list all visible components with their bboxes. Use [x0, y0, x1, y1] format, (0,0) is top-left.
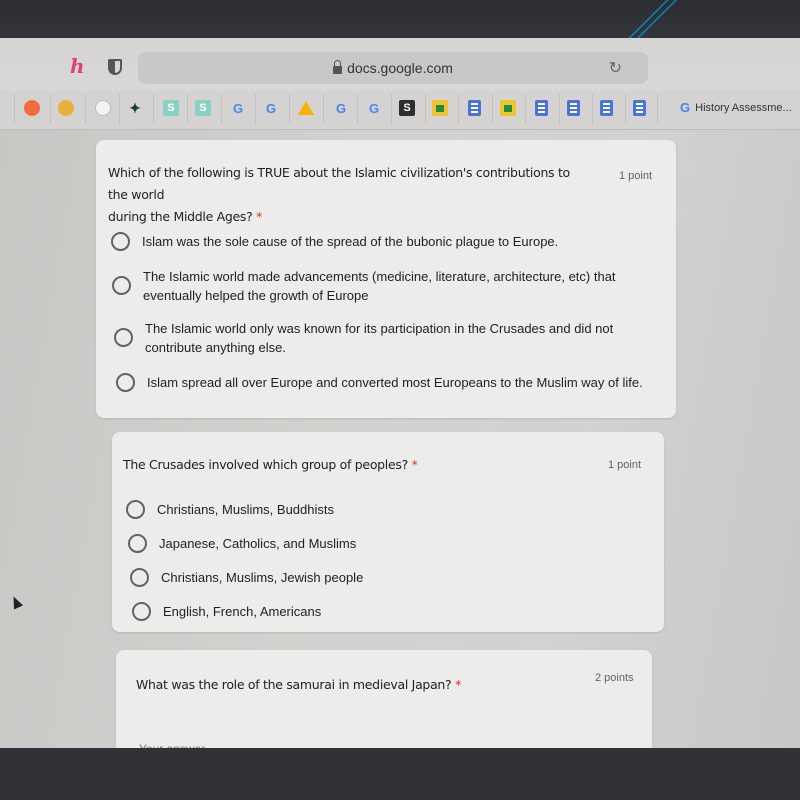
option-label-line: The Islamic world only was known for its…: [145, 321, 614, 336]
bookmark-separator: [255, 94, 256, 124]
monitor-bezel-top: [0, 0, 800, 44]
option-label-line: The Islamic world made advancements (med…: [143, 269, 616, 284]
option-label: Islam was the sole cause of the spread o…: [142, 234, 559, 249]
google-classroom-icon[interactable]: [432, 100, 448, 116]
points-label: 2 points: [595, 672, 634, 684]
google-icon[interactable]: G: [230, 100, 246, 116]
bookmark-history-assessment[interactable]: G History Assessme...: [680, 100, 792, 115]
bookmark-separator: [221, 94, 222, 124]
option-item[interactable]: Japanese, Catholics, and Muslims: [128, 534, 356, 553]
option-item[interactable]: The Islamic world made advancements (med…: [112, 267, 616, 305]
browser-toolbar: h docs.google.com ↻: [0, 38, 800, 90]
option-label: Christians, Muslims, Buddhists: [157, 502, 334, 517]
bookmark-label: History Assessme...: [695, 101, 792, 114]
points-label: 1 point: [619, 170, 653, 182]
question-title: What was the role of the samurai in medi…: [136, 674, 556, 696]
bookmark-separator: [323, 94, 324, 124]
s-dark-icon[interactable]: S: [399, 100, 415, 116]
question-title: Which of the following is TRUE about the…: [108, 162, 588, 228]
google-docs-icon[interactable]: [567, 100, 580, 116]
bookmark-separator: [458, 94, 459, 124]
mouse-cursor-icon: [8, 594, 24, 610]
option-label: Japanese, Catholics, and Muslims: [159, 536, 357, 551]
s-teal-icon[interactable]: S: [163, 100, 179, 116]
option-label-line: eventually helped the growth of Europe: [143, 288, 369, 303]
cartoon-bot-icon[interactable]: [95, 100, 111, 116]
option-label: Islam spread all over Europe and convert…: [147, 375, 643, 390]
bookmark-separator: [492, 94, 493, 124]
option-item[interactable]: Christians, Muslims, Jewish people: [130, 568, 363, 587]
reload-icon[interactable]: ↻: [609, 58, 622, 78]
radio-button[interactable]: [128, 534, 147, 553]
bookmark-separator: [391, 94, 392, 124]
lock-icon: [333, 60, 343, 74]
google-classroom-icon[interactable]: [500, 100, 516, 116]
required-marker: *: [256, 209, 263, 224]
bookmark-separator: [657, 94, 658, 124]
bookmark-separator: [14, 94, 15, 124]
bookmark-separator: [425, 94, 426, 124]
radio-button[interactable]: [111, 232, 130, 251]
question-card: Which of the following is TRUE about the…: [96, 140, 676, 418]
google-docs-icon[interactable]: [535, 100, 548, 116]
google-icon[interactable]: G: [333, 100, 349, 116]
google-drive-icon[interactable]: [298, 101, 314, 115]
question-title-line: What was the role of the samurai in medi…: [136, 677, 452, 692]
bookmark-separator: [625, 94, 626, 124]
required-marker: *: [455, 677, 462, 692]
bookmarks-bar: ✦ S S G G G G S G History Assessme...: [0, 90, 800, 130]
emoji-face-icon[interactable]: [58, 100, 74, 116]
google-docs-icon[interactable]: [600, 100, 613, 116]
form-page: Which of the following is TRUE about the…: [0, 130, 800, 770]
google-icon: G: [680, 100, 691, 115]
option-label-line: contribute anything else.: [145, 340, 286, 355]
option-item[interactable]: Islam was the sole cause of the spread o…: [111, 232, 558, 251]
radio-button[interactable]: [132, 602, 151, 621]
question-card: The Crusades involved which group of peo…: [112, 432, 664, 632]
bookmark-separator: [525, 94, 526, 124]
crunchyroll-icon[interactable]: [24, 100, 40, 116]
option-label: Christians, Muslims, Jewish people: [161, 570, 364, 585]
address-bar[interactable]: docs.google.com ↻: [138, 52, 648, 84]
radio-button[interactable]: [126, 500, 145, 519]
option-label: The Islamic world only was known for its…: [145, 319, 613, 357]
radio-button[interactable]: [114, 328, 133, 347]
question-title-line: Which of the following is TRUE about the…: [108, 165, 570, 202]
points-label: 1 point: [608, 459, 642, 471]
radio-button[interactable]: [116, 373, 135, 392]
url-text: docs.google.com: [347, 60, 453, 76]
bookmark-separator: [289, 94, 290, 124]
option-label: The Islamic world made advancements (med…: [143, 267, 616, 305]
google-icon[interactable]: G: [366, 100, 382, 116]
required-marker: *: [411, 457, 418, 472]
question-title: The Crusades involved which group of peo…: [123, 454, 543, 476]
bookmark-separator: [119, 94, 120, 124]
s-teal-icon[interactable]: S: [195, 100, 211, 116]
radio-button[interactable]: [130, 568, 149, 587]
bookmark-separator: [559, 94, 560, 124]
bookmark-separator: [357, 94, 358, 124]
question-title-line: during the Middle Ages?: [108, 209, 253, 224]
option-item[interactable]: Islam spread all over Europe and convert…: [116, 373, 643, 392]
browser-window: h docs.google.com ↻ ✦ S S G G G G S G Hi…: [0, 38, 800, 770]
google-docs-icon[interactable]: [633, 100, 646, 116]
option-label: English, French, Americans: [163, 604, 322, 619]
radio-button[interactable]: [112, 276, 131, 295]
privacy-shield-icon[interactable]: [108, 59, 122, 75]
option-item[interactable]: The Islamic world only was known for its…: [114, 319, 613, 357]
monitor-bezel-bottom: [0, 748, 800, 800]
bookmark-separator: [592, 94, 593, 124]
bookmark-separator: [50, 94, 51, 124]
bookmark-separator: [85, 94, 86, 124]
green-creature-icon[interactable]: ✦: [127, 100, 143, 116]
google-icon[interactable]: G: [263, 100, 279, 116]
option-item[interactable]: English, French, Americans: [132, 602, 321, 621]
google-docs-icon[interactable]: [468, 100, 481, 116]
question-title-line: The Crusades involved which group of peo…: [123, 457, 408, 472]
bookmark-separator: [153, 94, 154, 124]
honey-extension-icon[interactable]: h: [70, 56, 85, 76]
option-item[interactable]: Christians, Muslims, Buddhists: [126, 500, 334, 519]
bookmark-separator: [187, 94, 188, 124]
